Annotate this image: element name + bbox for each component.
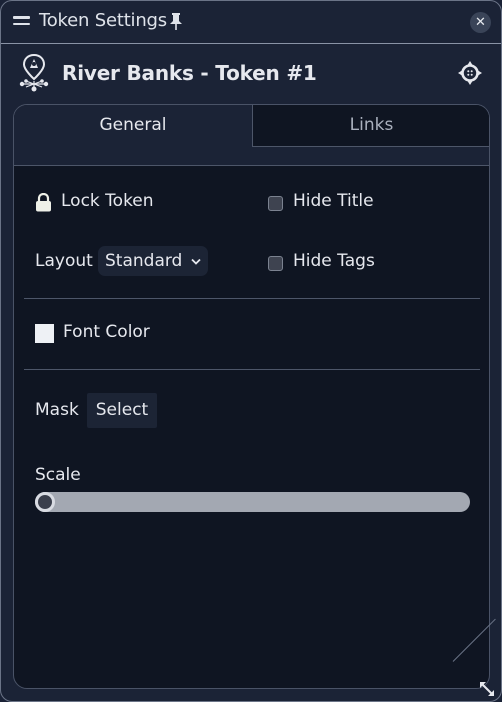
chevron-down-icon bbox=[191, 258, 201, 265]
title-bar[interactable]: Token Settings ✕ bbox=[1, 1, 501, 44]
lock-icon[interactable] bbox=[35, 193, 52, 212]
scale-label: Scale bbox=[35, 465, 81, 485]
settings-panel: General Links Lock Token Hide Title Layo… bbox=[13, 104, 490, 689]
close-button[interactable]: ✕ bbox=[470, 12, 491, 33]
token-title: River Banks - Token #1 bbox=[62, 61, 317, 85]
hide-tags-label[interactable]: Hide Tags bbox=[293, 251, 375, 271]
crosshair-locate-icon[interactable] bbox=[458, 61, 482, 85]
tab-bar: General Links bbox=[14, 105, 489, 166]
scale-slider[interactable] bbox=[35, 492, 470, 512]
hide-title-label[interactable]: Hide Title bbox=[293, 191, 374, 211]
font-color-swatch[interactable] bbox=[35, 324, 54, 343]
tab-general[interactable]: General bbox=[14, 105, 252, 146]
scale-slider-thumb[interactable] bbox=[35, 492, 55, 512]
mask-label: Mask bbox=[35, 400, 79, 420]
window-title: Token Settings bbox=[39, 10, 167, 31]
hide-tags-checkbox[interactable] bbox=[268, 256, 283, 271]
lock-token-label[interactable]: Lock Token bbox=[61, 191, 154, 211]
resize-handle-icon[interactable] bbox=[477, 679, 497, 699]
mask-select-button[interactable]: Select bbox=[87, 393, 157, 428]
layout-select-value: Standard bbox=[105, 251, 183, 271]
divider bbox=[24, 369, 480, 370]
layout-select[interactable]: Standard bbox=[98, 246, 208, 276]
pin-icon[interactable] bbox=[169, 13, 183, 31]
drag-handle-icon[interactable] bbox=[13, 16, 30, 27]
hide-title-checkbox[interactable] bbox=[268, 196, 283, 211]
token-map-pin-icon bbox=[19, 54, 49, 92]
token-header: River Banks - Token #1 bbox=[1, 44, 501, 104]
token-settings-window: Token Settings ✕ River Banks - Token #1 bbox=[0, 0, 502, 702]
font-color-label[interactable]: Font Color bbox=[63, 322, 150, 342]
divider bbox=[24, 298, 480, 299]
layout-label: Layout bbox=[35, 251, 93, 271]
tab-links[interactable]: Links bbox=[252, 105, 489, 147]
